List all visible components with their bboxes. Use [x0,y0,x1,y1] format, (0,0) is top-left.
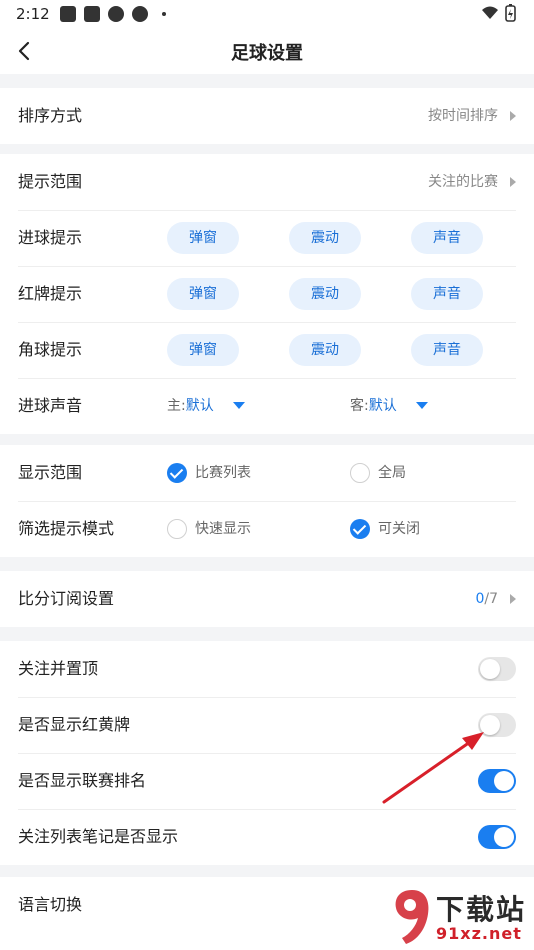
toggles-section: 关注并置顶 是否显示红黄牌 是否显示联赛排名 关注列表笔记是否显示 [0,641,534,865]
watermark-title: 下载站 [436,893,527,926]
radio-match-list[interactable] [167,463,187,483]
away-sound-value: 默认 [368,398,397,414]
filter-mode-row: 筛选提示模式 快速显示 可关闭 [0,501,534,557]
page-title: 足球设置 [231,43,303,64]
corner-popup-button[interactable]: 弹窗 [167,334,239,366]
notification-icon [84,6,100,22]
filter-mode-label: 筛选提示模式 [18,519,115,538]
goal-popup-button[interactable]: 弹窗 [167,222,239,254]
goal-prompt-label: 进球提示 [18,228,83,247]
chevron-right-icon [510,594,516,604]
corner-vibrate-button[interactable]: 震动 [289,334,361,366]
goal-sound-row: 进球声音 主:默认 客:默认 [0,378,534,434]
redcard-popup-button[interactable]: 弹窗 [167,278,239,310]
show-league-rank-toggle[interactable] [478,769,516,793]
subscription-section: 比分订阅设置 0/7 [0,571,534,627]
follow-pin-label: 关注并置顶 [18,659,99,678]
away-sound-select[interactable]: 客:默认 [350,378,397,434]
score-subscription-count: 0/7 [475,571,498,627]
radio-match-list-label[interactable]: 比赛列表 [195,445,251,501]
radio-quick-display[interactable] [167,519,187,539]
dropdown-icon[interactable] [233,402,245,409]
display-scope-row: 显示范围 比赛列表 全局 [0,445,534,501]
radio-closable-label[interactable]: 可关闭 [378,501,420,557]
score-subscription-row[interactable]: 比分订阅设置 0/7 [0,571,534,627]
follow-pin-toggle[interactable] [478,657,516,681]
show-notes-label: 关注列表笔记是否显示 [18,827,179,846]
goal-prompt-row: 进球提示 弹窗 震动 声音 [0,210,534,266]
prompt-section: 提示范围 关注的比赛 进球提示 弹窗 震动 声音 红牌提示 弹窗 震动 声音 角… [0,154,534,434]
radio-global-label[interactable]: 全局 [378,445,406,501]
show-cards-toggle[interactable] [478,713,516,737]
sort-value: 按时间排序 [428,108,498,124]
wifi-battery-icon [482,4,516,22]
chevron-right-icon [510,177,516,187]
sort-row[interactable]: 排序方式 按时间排序 [0,88,534,144]
away-sound-prefix: 客: [350,398,369,414]
home-sound-value: 默认 [185,398,214,414]
watermark: 下载站 91xz.net [392,886,534,950]
toggle-knob [480,659,500,679]
radio-quick-display-label[interactable]: 快速显示 [195,501,251,557]
app-notification-icon [132,6,148,22]
more-notifications-icon [162,12,166,16]
goal-sound-button[interactable]: 声音 [411,222,483,254]
sort-label: 排序方式 [18,106,83,125]
redcard-prompt-label: 红牌提示 [18,284,83,303]
show-notes-toggle[interactable] [478,825,516,849]
goal-vibrate-button[interactable]: 震动 [289,222,361,254]
corner-prompt-row: 角球提示 弹窗 震动 声音 [0,322,534,378]
home-sound-select[interactable]: 主:默认 [167,378,214,434]
app-header: 足球设置 [0,28,534,74]
watermark-logo [395,890,429,944]
prompt-range-value: 关注的比赛 [428,174,498,190]
corner-prompt-label: 角球提示 [18,340,83,359]
toggle-row: 关注列表笔记是否显示 [0,809,534,865]
radio-global[interactable] [350,463,370,483]
radio-closable[interactable] [350,519,370,539]
chevron-right-icon [510,111,516,121]
redcard-sound-button[interactable]: 声音 [411,278,483,310]
toggle-knob [480,715,500,735]
prompt-range-row[interactable]: 提示范围 关注的比赛 [0,154,534,210]
show-cards-label: 是否显示红黄牌 [18,715,131,734]
sort-section: 排序方式 按时间排序 [0,88,534,144]
toggle-row: 关注并置顶 [0,641,534,697]
corner-sound-button[interactable]: 声音 [411,334,483,366]
status-time: 2:12 [16,5,50,23]
display-scope-label: 显示范围 [18,463,83,482]
toggle-row: 是否显示红黄牌 [0,697,534,753]
notification-icon [60,6,76,22]
goal-sound-label: 进球声音 [18,396,83,415]
subscription-count-total: /7 [484,591,498,607]
score-subscription-label: 比分订阅设置 [18,589,115,608]
toggle-knob [494,827,514,847]
show-league-rank-label: 是否显示联赛排名 [18,771,147,790]
display-section: 显示范围 比赛列表 全局 筛选提示模式 快速显示 可关闭 [0,445,534,557]
home-sound-prefix: 主: [167,398,186,414]
redcard-vibrate-button[interactable]: 震动 [289,278,361,310]
app-notification-icon [108,6,124,22]
language-label: 语言切换 [18,895,83,914]
watermark-url: 91xz.net [436,924,522,943]
dropdown-icon[interactable] [416,402,428,409]
prompt-range-label: 提示范围 [18,172,83,191]
toggle-row: 是否显示联赛排名 [0,753,534,809]
redcard-prompt-row: 红牌提示 弹窗 震动 声音 [0,266,534,322]
status-bar: 2:12 [0,0,534,28]
toggle-knob [494,771,514,791]
